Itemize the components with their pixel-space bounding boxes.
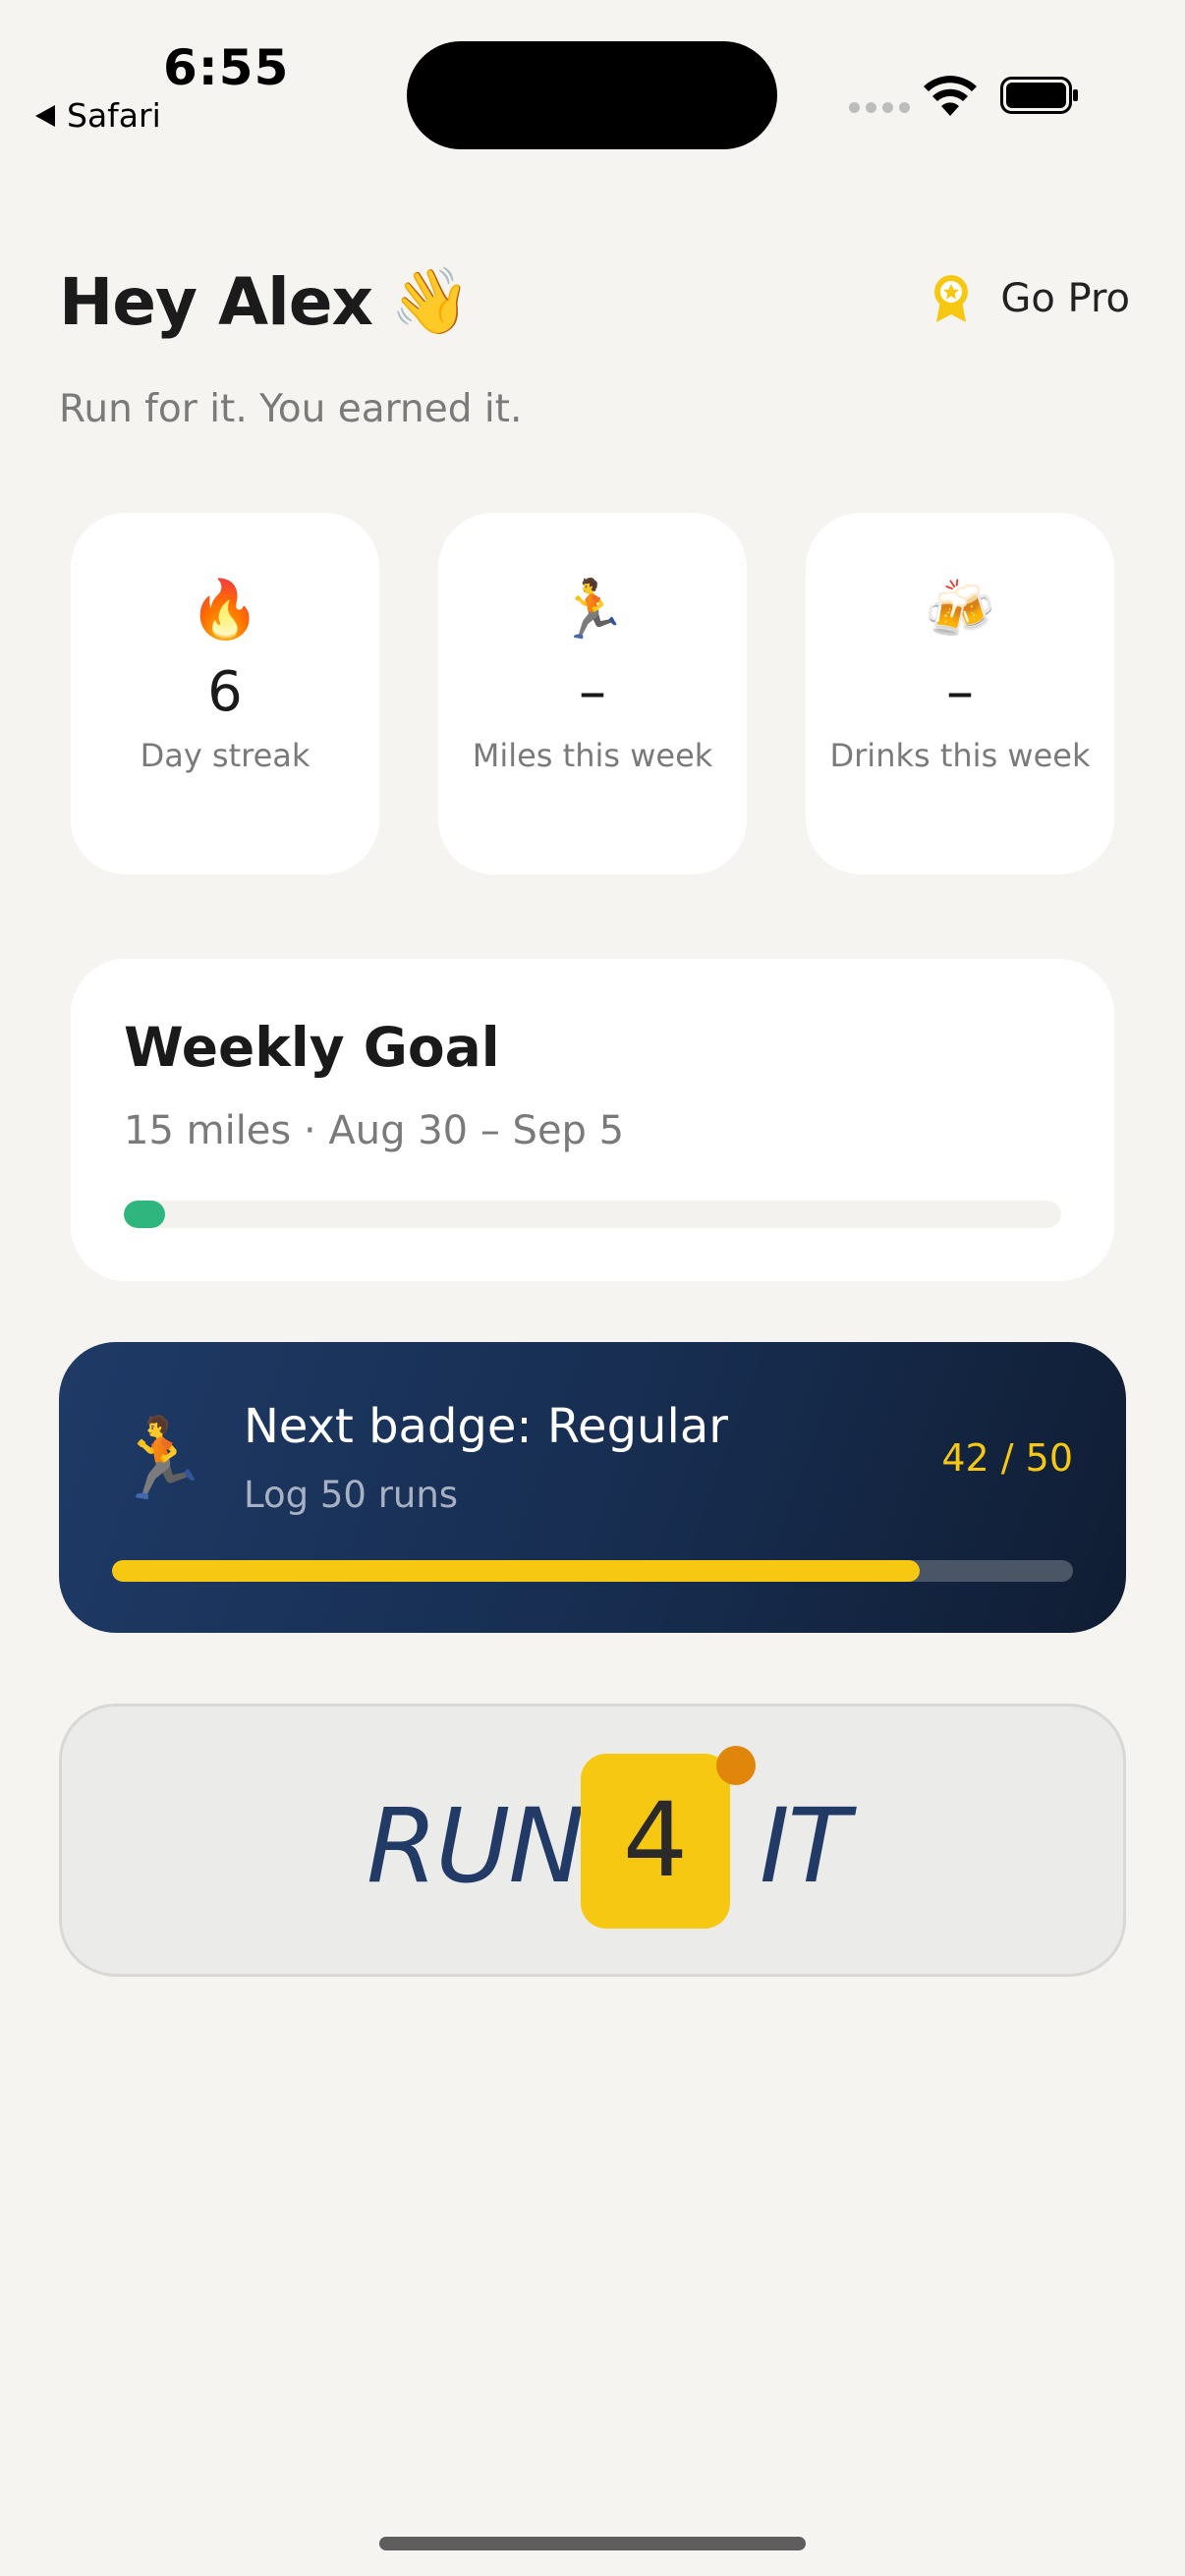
stat-card-day-streak[interactable]: 🔥 6 Day streak <box>71 513 379 874</box>
logo-word-run: RUN <box>367 1786 585 1906</box>
stat-label: Miles this week <box>472 737 713 774</box>
wifi-icon <box>924 76 977 116</box>
cellular-signal-icon <box>849 102 910 113</box>
wave-emoji: 👋 <box>390 263 471 339</box>
next-badge-card[interactable]: 🏃 Next badge: Regular Log 50 runs 42 / 5… <box>59 1342 1126 1633</box>
dynamic-island <box>407 41 777 149</box>
back-to-safari-label: Safari <box>67 96 161 135</box>
status-bar: 6:55 Safari <box>0 0 1185 167</box>
logo-number-box: 4 <box>581 1754 730 1929</box>
next-badge-progress-fill <box>112 1560 920 1582</box>
weekly-goal-progress-bar <box>124 1201 1061 1228</box>
greeting-text: Hey Alex <box>59 263 373 340</box>
stat-label: Drinks this week <box>829 737 1091 774</box>
stat-card-drinks-this-week[interactable]: 🍻 – Drinks this week <box>806 513 1114 874</box>
award-ribbon-icon <box>934 275 969 322</box>
weekly-goal-card[interactable]: Weekly Goal 15 miles · Aug 30 – Sep 5 <box>71 959 1114 1281</box>
greeting-heading: Hey Alex 👋 <box>59 263 471 340</box>
stats-row: 🔥 6 Day streak 🏃 – Miles this week 🍻 – D… <box>71 513 1114 874</box>
tagline: Run for it. You earned it. <box>59 387 523 431</box>
runner-icon: 🏃 <box>556 576 629 643</box>
header: Hey Alex 👋 Go Pro <box>59 255 1130 354</box>
stat-label: Day streak <box>140 737 310 774</box>
weekly-goal-subtitle: 15 miles · Aug 30 – Sep 5 <box>124 1108 625 1153</box>
next-badge-progress-bar <box>112 1560 1073 1582</box>
run4it-logo: RUN 4 IT <box>367 1746 917 1931</box>
stat-card-miles-this-week[interactable]: 🏃 – Miles this week <box>438 513 747 874</box>
weekly-goal-progress-fill <box>124 1201 165 1228</box>
logo-dot <box>716 1746 756 1785</box>
beer-mugs-icon: 🍻 <box>924 576 996 643</box>
next-badge-count: 42 / 50 <box>941 1436 1073 1480</box>
logo-word-it: IT <box>760 1786 850 1906</box>
next-badge-subtitle: Log 50 runs <box>244 1474 459 1516</box>
back-arrow-icon <box>35 104 55 127</box>
stat-value: 6 <box>207 660 243 724</box>
stat-value: – <box>946 660 974 724</box>
runner-icon: 🏃 <box>112 1413 210 1504</box>
fire-icon: 🔥 <box>189 576 261 643</box>
weekly-goal-title: Weekly Goal <box>124 1016 500 1079</box>
stat-value: – <box>579 660 606 724</box>
go-pro-button[interactable]: Go Pro <box>931 273 1130 324</box>
back-to-safari-button[interactable]: Safari <box>35 96 161 135</box>
run4it-logo-card: RUN 4 IT <box>59 1704 1126 1977</box>
next-badge-title: Next badge: Regular <box>244 1399 728 1454</box>
go-pro-label: Go Pro <box>1000 276 1130 321</box>
battery-icon <box>1000 77 1078 114</box>
home-indicator[interactable] <box>379 2537 806 2550</box>
status-time: 6:55 <box>163 39 290 96</box>
logo-number: 4 <box>622 1780 689 1900</box>
